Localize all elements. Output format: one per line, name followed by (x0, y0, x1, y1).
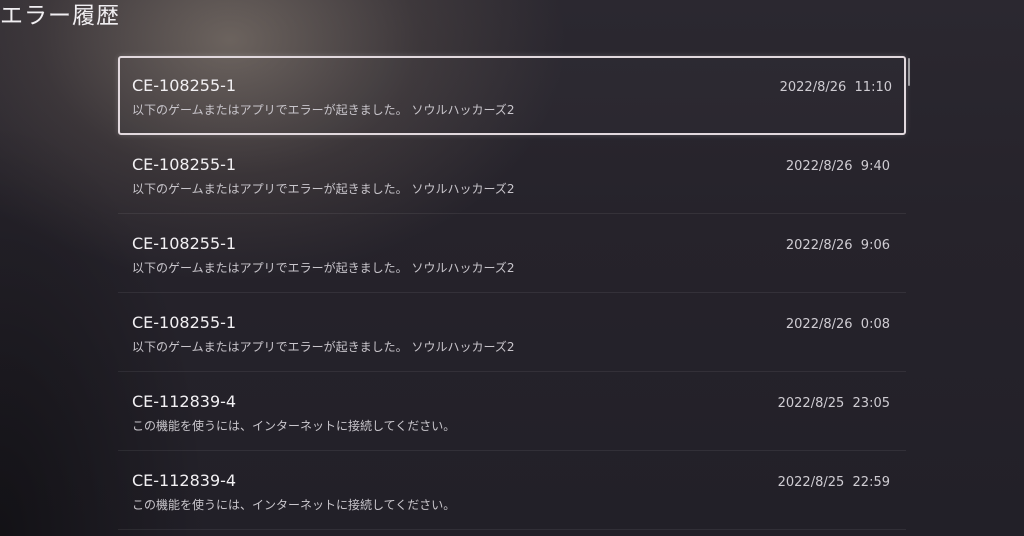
error-datetime: 2022/8/25 23:05 (777, 396, 890, 411)
error-datetime: 2022/8/26 11:10 (779, 80, 892, 95)
error-datetime: 2022/8/25 22:59 (777, 475, 890, 490)
error-list-item[interactable]: CE-108255-1 以下のゲームまたはアプリでエラーが起きました。 ソウルハ… (118, 56, 906, 135)
error-message: 以下のゲームまたはアプリでエラーが起きました。 ソウルハッカーズ2 (132, 182, 515, 196)
error-list-item[interactable]: CE-108255-1 以下のゲームまたはアプリでエラーが起きました。 ソウルハ… (118, 135, 906, 214)
page-title: エラー履歴 (0, 3, 120, 29)
error-datetime: 2022/8/26 9:06 (785, 238, 890, 253)
error-code: CE-112839-4 (132, 471, 237, 490)
error-message: この機能を使うには、インターネットに接続してください。 (132, 419, 456, 433)
error-message: 以下のゲームまたはアプリでエラーが起きました。 ソウルハッカーズ2 (132, 103, 515, 117)
error-code: CE-108255-1 (132, 313, 237, 332)
error-list-item[interactable]: CE-108255-1 以下のゲームまたはアプリでエラーが起きました。 ソウルハ… (118, 214, 906, 293)
error-history-list: CE-108255-1 以下のゲームまたはアプリでエラーが起きました。 ソウルハ… (118, 56, 906, 530)
error-code: CE-108255-1 (132, 234, 237, 253)
error-code: CE-108255-1 (132, 76, 237, 95)
error-code: CE-108255-1 (132, 155, 237, 174)
error-list-item[interactable]: CE-108255-1 以下のゲームまたはアプリでエラーが起きました。 ソウルハ… (118, 293, 906, 372)
error-list-item[interactable]: CE-112839-4 この機能を使うには、インターネットに接続してください。 … (118, 372, 906, 451)
error-code: CE-112839-4 (132, 392, 237, 411)
error-list-item[interactable]: CE-112839-4 この機能を使うには、インターネットに接続してください。 … (118, 451, 906, 530)
error-message: この機能を使うには、インターネットに接続してください。 (132, 498, 456, 512)
scrollbar[interactable] (908, 58, 910, 86)
error-datetime: 2022/8/26 9:40 (785, 159, 890, 174)
error-message: 以下のゲームまたはアプリでエラーが起きました。 ソウルハッカーズ2 (132, 340, 515, 354)
error-datetime: 2022/8/26 0:08 (785, 317, 890, 332)
error-message: 以下のゲームまたはアプリでエラーが起きました。 ソウルハッカーズ2 (132, 261, 515, 275)
